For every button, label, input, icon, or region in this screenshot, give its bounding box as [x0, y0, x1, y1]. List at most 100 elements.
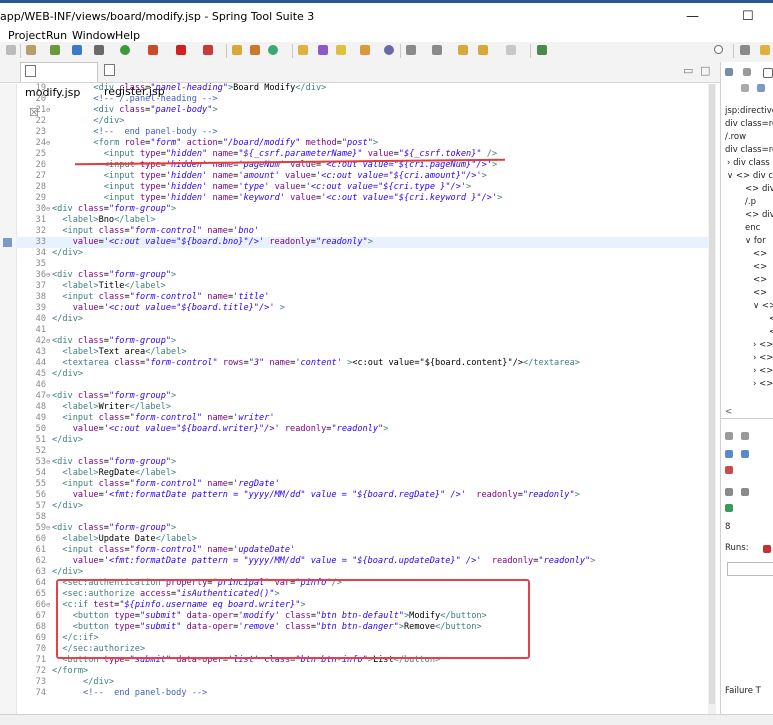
code-line[interactable]: 24 ⊖ <form role="form" action="/board/mod…: [16, 138, 716, 149]
code-line[interactable]: 37 <label>Title</label>: [16, 281, 716, 292]
toolbar-icon[interactable]: [336, 45, 346, 55]
code-line[interactable]: 44 <textarea class="form-control" rows="…: [16, 358, 716, 369]
outline-item[interactable]: › <>: [753, 379, 773, 389]
outline-item[interactable]: ∨ for: [745, 236, 766, 246]
code-line[interactable]: 30 ⊖ <div class="form-group">: [16, 204, 716, 215]
stop-icon[interactable]: [176, 45, 186, 55]
toolbar-icon[interactable]: [432, 45, 442, 55]
toolbar-icon[interactable]: [725, 504, 733, 512]
toolbar-icon[interactable]: [741, 84, 749, 92]
toolbar-icon[interactable]: [725, 450, 733, 458]
code-line[interactable]: 25 <input type="hidden" name="${_csrf.pa…: [16, 149, 716, 160]
toolbar-icon[interactable]: [537, 45, 547, 55]
code-line[interactable]: 32 <input class="form-control" name='bno…: [16, 226, 716, 237]
outline-item[interactable]: <> div: [745, 184, 773, 194]
code-line[interactable]: 34 </div>: [16, 248, 716, 259]
outline-item[interactable]: › <>: [753, 353, 773, 363]
code-line[interactable]: 41: [16, 325, 716, 336]
outline-item[interactable]: › <>: [753, 340, 773, 350]
code-line[interactable]: 42 ⊖ <div class="form-group">: [16, 336, 716, 347]
toolbar-icon[interactable]: [268, 45, 278, 55]
tab-modify-jsp[interactable]: modify.jsp ☒: [20, 62, 98, 119]
toolbar-icon[interactable]: [72, 45, 82, 55]
toolbar-icon[interactable]: [50, 45, 60, 55]
code-line[interactable]: 61 <input class="form-control" name='upd…: [16, 545, 716, 556]
code-line[interactable]: 36 ⊖ <div class="form-group">: [16, 270, 716, 281]
menu-window[interactable]: Window: [72, 29, 115, 42]
outline-item[interactable]: ∨ <> div cla: [727, 171, 773, 181]
view-icon[interactable]: [741, 432, 749, 440]
debug-icon[interactable]: [148, 45, 158, 55]
toolbar-icon[interactable]: [725, 466, 733, 474]
code-line[interactable]: 19 <div class="panel-heading">Board Modi…: [16, 83, 716, 94]
perspective-icon[interactable]: [740, 45, 750, 55]
code-line[interactable]: 72 </form>: [16, 666, 716, 677]
code-line[interactable]: 59 ⊖ <div class="form-group">: [16, 523, 716, 534]
code-line[interactable]: 63 </div>: [16, 567, 716, 578]
outline-icon[interactable]: [725, 68, 733, 76]
outline-item[interactable]: <>: [753, 249, 767, 259]
outline-item[interactable]: <>: [753, 288, 767, 298]
code-line[interactable]: 22 </div>: [16, 116, 716, 127]
code-line[interactable]: 49 <input class="form-control" name='wri…: [16, 413, 716, 424]
code-line[interactable]: 56 value='<fmt:formatDate pattern = "yyy…: [16, 490, 716, 501]
toolbar-icon[interactable]: [250, 45, 260, 55]
code-line[interactable]: 47 ⊖ <div class="form-group">: [16, 391, 716, 402]
maximize-icon[interactable]: ☐: [742, 9, 754, 24]
toolbar-icon[interactable]: [26, 45, 36, 55]
outline-item[interactable]: <>: [753, 262, 767, 272]
code-line[interactable]: 50 value='<c:out value="${board.writer}"…: [16, 424, 716, 435]
toolbar-icon[interactable]: [478, 45, 488, 55]
toolbar-icon[interactable]: [725, 488, 733, 496]
code-line[interactable]: 27 <input type='hidden' name='amount' va…: [16, 171, 716, 182]
toolbar-icon[interactable]: [232, 45, 242, 55]
outline-item[interactable]: › <>: [753, 366, 773, 376]
forward-icon[interactable]: [506, 45, 516, 55]
code-line[interactable]: 21 ⊖ <div class="panel-body">: [16, 105, 716, 116]
code-line[interactable]: 20 <!-- /.panel-heading -->: [16, 94, 716, 105]
outline-item[interactable]: enc: [745, 223, 760, 233]
outline-item[interactable]: <> div: [745, 210, 773, 220]
editor-scrollbar-thumb[interactable]: [709, 84, 715, 704]
code-line[interactable]: 31 <label>Bno</label>: [16, 215, 716, 226]
toolbar-icon[interactable]: [757, 84, 765, 92]
code-line[interactable]: 73 </div>: [16, 677, 716, 688]
toolbar-icon[interactable]: [406, 45, 416, 55]
code-line[interactable]: 38 <input class="form-control" name='tit…: [16, 292, 716, 303]
code-line[interactable]: 58: [16, 512, 716, 523]
outline-item[interactable]: ∨ <>: [753, 301, 773, 311]
code-line[interactable]: 23 <!-- end panel-body -->: [16, 127, 716, 138]
folder-icon[interactable]: [298, 45, 308, 55]
toolbar-icon[interactable]: [94, 45, 104, 55]
toolbar-icon[interactable]: [741, 450, 749, 458]
code-line[interactable]: 45 </div>: [16, 369, 716, 380]
minimize-view-icon[interactable]: ▭: [683, 64, 693, 77]
minimize-icon[interactable]: [763, 68, 773, 78]
outline-item[interactable]: /.row: [725, 132, 746, 142]
outline-item[interactable]: <: [769, 327, 773, 337]
code-line[interactable]: 40 </div>: [16, 314, 716, 325]
outline-item[interactable]: jsp:directive: [725, 106, 773, 116]
code-line[interactable]: 46: [16, 380, 716, 391]
code-line[interactable]: 60 <label>Update Date</label>: [16, 534, 716, 545]
outline-item[interactable]: <>: [753, 275, 767, 285]
code-line[interactable]: 74 <!-- end panel-body -->: [16, 688, 716, 699]
code-line[interactable]: 55 <input class="form-control" name='reg…: [16, 479, 716, 490]
code-line[interactable]: 35: [16, 259, 716, 270]
menu-run[interactable]: Run: [46, 29, 67, 42]
code-line[interactable]: 33 value='<c:out value="${board.bno}"/>'…: [16, 237, 716, 248]
maximize-view-icon[interactable]: □: [700, 64, 710, 77]
code-line[interactable]: 39 value='<c:out value="${board.title}"/…: [16, 303, 716, 314]
code-line[interactable]: 48 <label>Writer</label>: [16, 402, 716, 413]
toolbar-icon[interactable]: [203, 45, 213, 55]
code-line[interactable]: 29 <input type='hidden' name='keyword' v…: [16, 193, 716, 204]
minimize-icon[interactable]: —: [686, 9, 699, 24]
code-line[interactable]: 28 <input type='hidden' name='type' valu…: [16, 182, 716, 193]
outline-item[interactable]: div class=ro: [725, 145, 773, 155]
tab-register-jsp[interactable]: register.jsp: [100, 62, 180, 98]
scroll-left-icon[interactable]: <: [725, 407, 732, 417]
outline-item[interactable]: › div class: [727, 158, 770, 168]
code-line[interactable]: 57 </div>: [16, 501, 716, 512]
code-line[interactable]: 53 ⊖ <div class="form-group">: [16, 457, 716, 468]
code-line[interactable]: 54 <label>RegDate</label>: [16, 468, 716, 479]
